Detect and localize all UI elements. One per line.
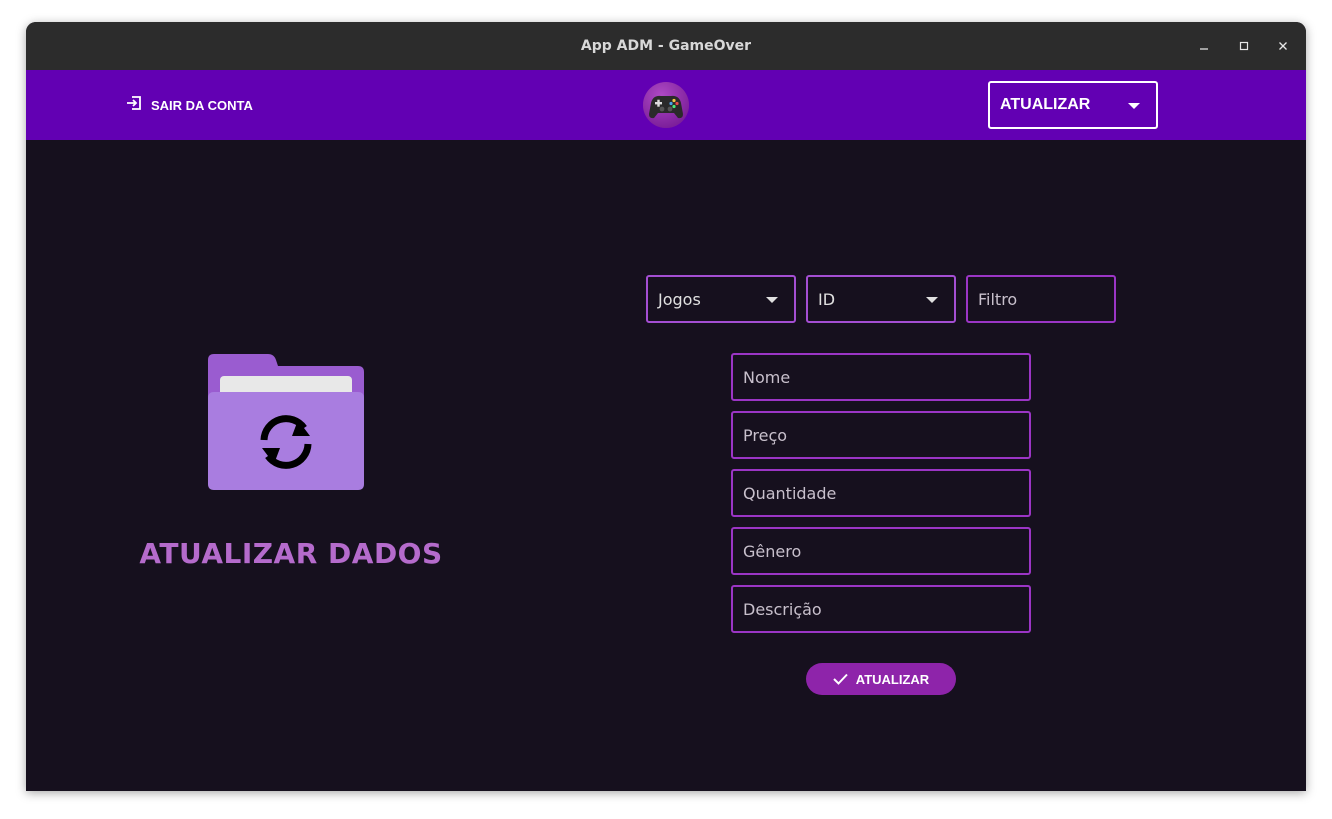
description-field[interactable] — [731, 585, 1031, 633]
field-select-value: ID — [818, 289, 836, 309]
genre-field[interactable] — [731, 527, 1031, 575]
page-title: ATUALIZAR DADOS — [139, 537, 443, 570]
app-bar: SAIR DA CONTA ATUALIZAR — [26, 70, 1306, 140]
logout-icon — [126, 95, 142, 115]
chevron-down-icon — [926, 297, 938, 303]
app-window: App ADM - GameOver SAIR DA CONTA ATUALIZ… — [26, 22, 1306, 791]
check-icon — [833, 670, 848, 689]
mode-select-value: ATUALIZAR — [1000, 96, 1091, 113]
name-field[interactable] — [731, 353, 1031, 401]
gamepad-logo-icon — [641, 81, 691, 129]
logout-label: SAIR DA CONTA — [151, 97, 253, 113]
update-button[interactable]: ATUALIZAR — [806, 663, 956, 695]
filter-input[interactable] — [966, 275, 1116, 323]
logout-button[interactable]: SAIR DA CONTA — [126, 94, 253, 116]
minimize-icon[interactable] — [1194, 36, 1214, 56]
category-select-value: Jogos — [658, 289, 701, 309]
quantity-field[interactable] — [731, 469, 1031, 517]
window-titlebar: App ADM - GameOver — [26, 22, 1306, 70]
close-icon[interactable] — [1273, 36, 1293, 56]
chevron-down-icon — [1128, 103, 1140, 109]
update-button-label: ATUALIZAR — [855, 671, 930, 687]
folder-sync-icon — [206, 352, 366, 494]
chevron-down-icon — [766, 297, 778, 303]
category-select[interactable]: Jogos — [646, 275, 796, 323]
mode-select[interactable]: ATUALIZAR — [988, 81, 1158, 129]
price-field[interactable] — [731, 411, 1031, 459]
maximize-icon[interactable] — [1234, 36, 1254, 56]
field-select[interactable]: ID — [806, 275, 956, 323]
window-title: App ADM - GameOver — [580, 38, 752, 54]
